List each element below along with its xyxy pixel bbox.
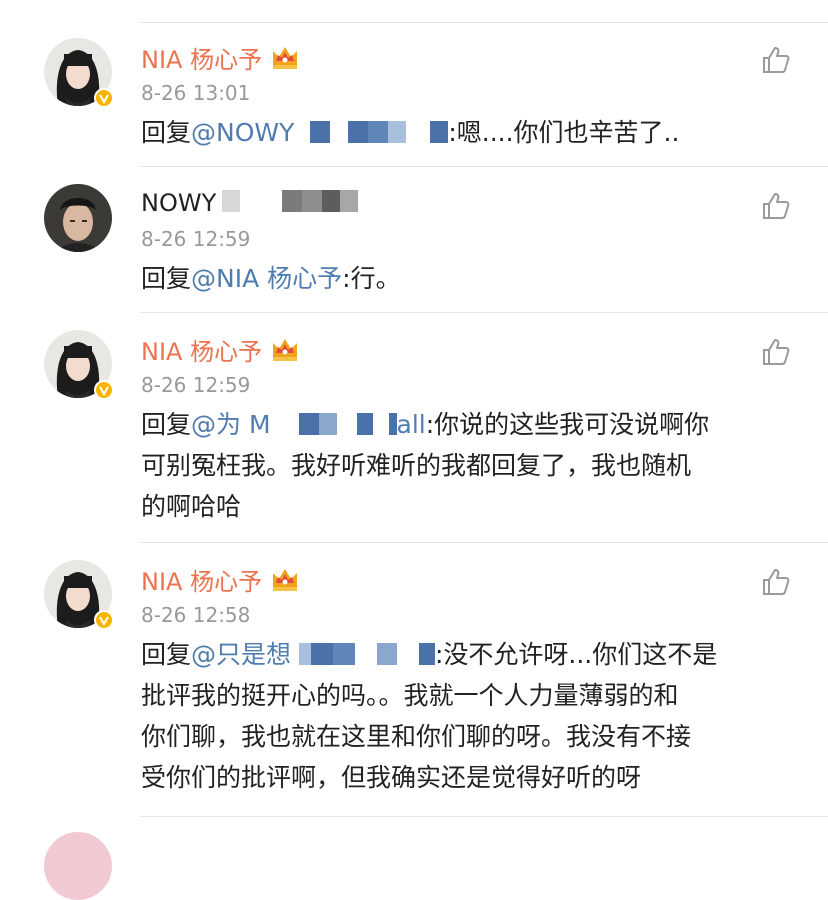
mention-link[interactable]: @只是想 xyxy=(191,640,291,669)
thumbs-up-icon[interactable] xyxy=(760,190,792,222)
avatar[interactable] xyxy=(44,560,114,630)
comment-content: 回复@只是想 :没不允许呀...你们这不是 批评我的挺开心的吗。。我就一个人力量… xyxy=(141,634,791,798)
comment-time: 8-26 12:59 xyxy=(141,373,251,397)
divider xyxy=(140,542,828,543)
comment-content: 回复@NOWY :嗯....你们也辛苦了.. xyxy=(141,112,791,153)
comment-time: 8-26 12:59 xyxy=(141,227,251,251)
author-name[interactable]: NOWY xyxy=(141,189,216,217)
divider xyxy=(140,816,828,817)
author-name[interactable]: NIA 杨心予 xyxy=(141,40,262,75)
author-name-row: NIA 杨心予 xyxy=(141,40,300,74)
thumbs-up-icon[interactable] xyxy=(760,566,792,598)
crown-icon xyxy=(273,339,298,361)
reply-prefix: 回复 xyxy=(141,640,192,669)
crown-icon xyxy=(273,569,298,591)
comment-text: 可别冤枉我。我好听难听的我都回复了，我也随机 xyxy=(141,451,692,480)
author-name-row: NIA 杨心予 xyxy=(141,562,300,596)
avatar-image xyxy=(44,184,112,252)
divider xyxy=(140,312,828,313)
comment-text: 批评我的挺开心的吗。。我就一个人力量薄弱的和 xyxy=(141,681,679,710)
reply-prefix: 回复 xyxy=(141,118,192,147)
mention-link[interactable]: @NIA 杨心予 xyxy=(191,264,342,293)
comment-text: 受你们的批评啊，但我确实还是觉得好听的呀 xyxy=(141,763,642,792)
mention-link[interactable]: @NOWY xyxy=(191,118,294,147)
comment-text: 的啊哈哈 xyxy=(141,492,242,521)
verified-icon xyxy=(94,610,114,630)
comment-content: 回复@NIA 杨心予:行。 xyxy=(141,258,791,299)
avatar[interactable] xyxy=(44,38,114,108)
comment-text: :你说的这些我可没说啊你 xyxy=(425,410,710,439)
crown-icon xyxy=(273,47,298,69)
author-name-row: NIA 杨心予 xyxy=(141,332,300,366)
avatar[interactable] xyxy=(44,330,114,400)
author-name-row: NOWY xyxy=(141,186,359,220)
verified-icon xyxy=(94,380,114,400)
verified-icon xyxy=(94,88,114,108)
comment-time: 8-26 12:58 xyxy=(141,603,251,627)
divider xyxy=(140,166,828,167)
thumbs-up-icon[interactable] xyxy=(760,336,792,368)
comment-content: 回复@为 M all:你说的这些我可没说啊你 可别冤枉我。我好听难听的我都回复了… xyxy=(141,404,791,527)
thumbs-up-icon[interactable] xyxy=(760,44,792,76)
avatar[interactable] xyxy=(44,832,112,900)
avatar[interactable] xyxy=(44,184,112,252)
reply-prefix: 回复 xyxy=(141,264,192,293)
author-name[interactable]: NIA 杨心予 xyxy=(141,562,262,597)
comment-text: :嗯....你们也辛苦了.. xyxy=(448,118,680,147)
redaction-mosaic xyxy=(298,643,435,665)
redaction-mosaic xyxy=(282,413,397,435)
reply-prefix: 回复 xyxy=(141,410,192,439)
mention-link[interactable]: @为 M xyxy=(191,410,271,439)
redaction-mosaic xyxy=(310,121,449,143)
divider xyxy=(140,22,828,23)
redaction-mosaic xyxy=(222,190,359,212)
comment-text: 你们聊，我也就在这里和你们聊的呀。我没有不接 xyxy=(141,722,692,751)
comment-text: :行。 xyxy=(342,264,401,293)
author-name[interactable]: NIA 杨心予 xyxy=(141,332,262,367)
comment-text: :没不允许呀...你们这不是 xyxy=(434,640,718,669)
comment-time: 8-26 13:01 xyxy=(141,81,251,105)
mention-link-tail[interactable]: all xyxy=(397,410,426,439)
